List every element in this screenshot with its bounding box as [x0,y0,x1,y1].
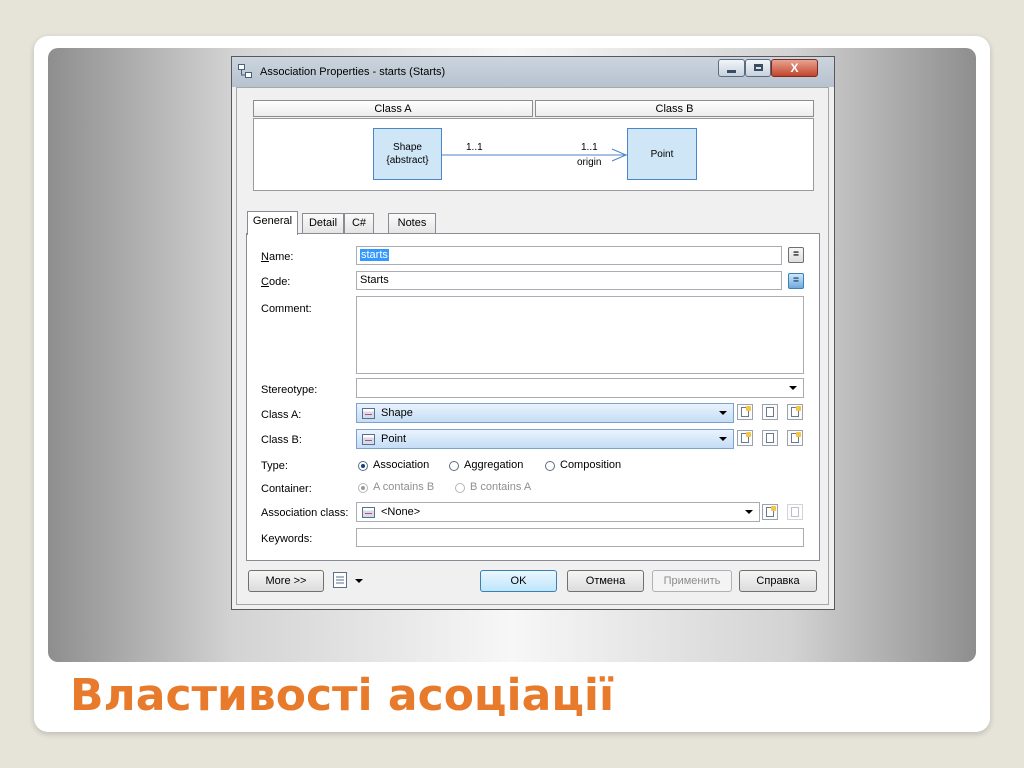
tab-csharp[interactable]: C# [344,213,374,233]
ok-button[interactable]: OK [480,570,557,592]
class-a-box: Shape {abstract} [373,128,442,180]
type-label: Type: [261,460,288,472]
slide-title: Властивості асоціації [70,670,615,721]
code-sync-button[interactable]: = [788,273,804,289]
association-preview: Shape {abstract} Point 1..1 1..1 origin [253,118,814,191]
type-composition-radio[interactable] [545,461,555,471]
properties-icon[interactable] [787,404,803,420]
minimize-button[interactable] [718,59,745,77]
close-icon: X [790,61,799,75]
class-a-label: Class A: [261,409,302,421]
class-a-header: Class A [253,100,533,117]
class-a-value: Shape [381,407,413,419]
association-class-combo[interactable]: <None> [356,502,760,522]
class-icon [362,434,375,445]
comment-label: Comment: [261,303,312,315]
maximize-icon [754,64,763,71]
new-object-icon[interactable] [737,404,753,420]
tab-detail[interactable]: Detail [302,213,344,233]
association-icon [238,64,252,78]
association-class-value: <None> [381,506,421,518]
browse-icon[interactable] [762,430,778,446]
class-icon [362,408,375,419]
container-a-contains-b-label[interactable]: A contains B [373,481,434,493]
container-a-contains-b-radio[interactable] [358,483,368,493]
close-button[interactable]: X [771,59,818,77]
name-value: starts [360,249,389,261]
properties-icon[interactable] [787,430,803,446]
cancel-button[interactable]: Отмена [567,570,644,592]
code-label: Code: [261,276,291,288]
properties-icon[interactable] [787,504,803,520]
type-association-label[interactable]: Association [373,459,429,471]
help-button[interactable]: Справка [739,570,817,592]
type-aggregation-radio[interactable] [449,461,459,471]
type-composition-label[interactable]: Composition [560,459,621,471]
container-label: Container: [261,483,312,495]
new-object-icon[interactable] [737,430,753,446]
class-b-label: Class B: [261,434,302,446]
name-to-code-button[interactable]: = [788,247,804,263]
keywords-label: Keywords: [261,533,313,545]
container-b-contains-a-radio[interactable] [455,483,465,493]
class-b-box: Point [627,128,697,180]
name-label: Name: [261,251,294,263]
stereotype-combo[interactable] [356,378,804,398]
class-a-box-name: Shape [393,142,422,153]
comment-field[interactable] [356,296,804,374]
class-a-multiplicity: 1..1 [466,142,483,153]
stereotype-label: Stereotype: [261,384,318,396]
chevron-down-icon [719,437,727,441]
association-class-label: Association class: [261,507,349,519]
role-name: origin [577,157,602,168]
new-object-icon[interactable] [762,504,778,520]
chevron-down-icon[interactable] [355,579,363,583]
class-a-box-stereotype: {abstract} [386,155,429,166]
class-a-combo[interactable]: Shape [356,403,734,423]
container-b-contains-a-label[interactable]: B contains A [470,481,531,493]
title-bar[interactable]: Association Properties - starts (Starts)… [232,57,834,87]
code-field[interactable]: Starts [356,271,782,290]
type-association-radio[interactable] [358,461,368,471]
browse-icon[interactable] [762,404,778,420]
name-field[interactable]: starts [356,246,782,265]
class-b-value: Point [381,433,407,445]
class-b-box-name: Point [650,148,674,160]
chevron-down-icon [789,386,797,390]
minimize-icon [727,70,736,73]
window-title: Association Properties - starts (Starts) [260,66,446,78]
more-button[interactable]: More >> [248,570,324,592]
type-aggregation-label[interactable]: Aggregation [464,459,523,471]
maximize-button[interactable] [745,59,771,77]
tab-general[interactable]: General [247,211,298,235]
chevron-down-icon [745,510,753,514]
layout-icon[interactable] [333,572,347,588]
class-b-header: Class B [535,100,814,117]
tab-notes[interactable]: Notes [388,213,436,233]
association-properties-dialog: Association Properties - starts (Starts)… [231,56,835,610]
class-b-multiplicity: 1..1 [581,142,598,153]
class-b-combo[interactable]: Point [356,429,734,449]
class-icon [362,507,375,518]
apply-button[interactable]: Применить [652,570,732,592]
chevron-down-icon [719,411,727,415]
keywords-field[interactable] [356,528,804,547]
